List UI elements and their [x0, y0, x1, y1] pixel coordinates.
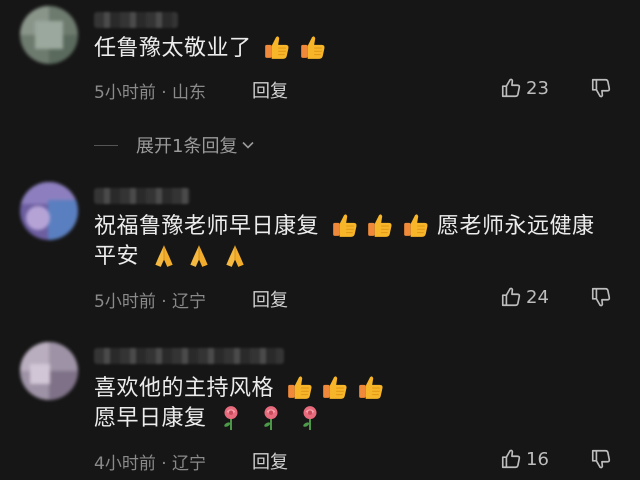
avatar-image	[20, 182, 78, 240]
comment-text-line: 愿老师永远健康	[437, 214, 595, 239]
folded-hands-emoji-icon	[154, 244, 173, 268]
thumbs-up-emoji-icon	[300, 35, 325, 60]
rose-emoji-icon	[301, 405, 318, 430]
reply-button[interactable]: 回复	[252, 77, 288, 103]
comment-text: 愿早日康复	[94, 404, 325, 439]
username[interactable]	[94, 188, 190, 204]
comment-text: 任鲁豫太敬业了	[94, 34, 327, 69]
thumbs-up-emoji-icon	[287, 375, 312, 400]
thumbs-up-emoji-icon	[358, 375, 383, 400]
avatar[interactable]	[20, 342, 78, 400]
folded-hands-emoji-icon	[225, 244, 244, 268]
thumbs-up-emoji-icon	[264, 35, 290, 60]
folded-hands-emoji-icon	[189, 244, 209, 268]
thumbs-up-emoji-icon	[332, 213, 357, 238]
thumb-down-outline-icon	[591, 449, 611, 469]
thumb-down-outline-icon	[591, 78, 611, 98]
comment-text-line: 愿早日康复	[94, 406, 207, 431]
meta-separator: ·	[161, 83, 167, 103]
like-count: 16	[526, 448, 549, 470]
thumb-up-outline-icon	[501, 449, 521, 469]
comment-text: 平安	[94, 242, 250, 277]
emoji-group	[331, 212, 430, 247]
comment-meta: 5小时前 · 辽宁	[94, 287, 206, 312]
emoji-group	[151, 242, 250, 277]
meta-separator: ·	[161, 454, 167, 474]
username[interactable]	[94, 12, 178, 28]
dislike-button[interactable]	[590, 77, 612, 103]
expand-divider	[94, 144, 118, 146]
chevron-down-icon	[242, 141, 255, 149]
comment-text-line: 祝福鲁豫老师早日康复	[94, 214, 320, 239]
comment-location: 辽宁	[172, 292, 207, 312]
avatar[interactable]	[20, 182, 78, 240]
like-button[interactable]: 23	[500, 77, 549, 99]
comments-panel: 任鲁豫太敬业了 5小时前 · 山东 回复 23 展开1条回复 祝福鲁豫老师早日康…	[0, 0, 640, 480]
comment-time: 4小时前	[94, 454, 156, 474]
comment-time: 5小时前	[94, 83, 156, 103]
avatar-image	[20, 6, 78, 64]
thumbs-up-emoji-icon	[367, 213, 393, 238]
comment-text-line: 任鲁豫太敬业了	[94, 36, 252, 61]
like-button[interactable]: 16	[500, 448, 549, 470]
thumb-up-outline-icon	[501, 287, 521, 307]
avatar-image	[20, 342, 78, 400]
thumb-down-outline-icon	[591, 287, 611, 307]
comment-location: 辽宁	[172, 454, 207, 474]
comment-text-line: 平安	[94, 244, 140, 269]
like-button[interactable]: 24	[500, 286, 549, 308]
comment-location: 山东	[172, 83, 207, 103]
emoji-group	[218, 404, 325, 439]
dislike-button[interactable]	[590, 448, 612, 474]
expand-replies-label: 展开1条回复	[136, 136, 238, 157]
comment-meta: 4小时前 · 辽宁	[94, 449, 206, 474]
meta-separator: ·	[161, 292, 167, 312]
rose-emoji-icon	[262, 405, 278, 430]
reply-button[interactable]: 回复	[252, 448, 288, 474]
thumbs-up-emoji-icon	[322, 375, 348, 400]
comment-text-line: 喜欢他的主持风格	[94, 376, 275, 401]
reply-button[interactable]: 回复	[252, 286, 288, 312]
thumb-up-outline-icon	[501, 78, 521, 98]
username[interactable]	[94, 348, 284, 364]
comment-meta: 5小时前 · 山东	[94, 78, 206, 103]
comment-time: 5小时前	[94, 292, 156, 312]
avatar[interactable]	[20, 6, 78, 64]
expand-replies-button[interactable]: 展开1条回复	[94, 132, 256, 158]
dislike-button[interactable]	[590, 286, 612, 312]
like-count: 24	[526, 286, 549, 308]
rose-emoji-icon	[222, 405, 239, 430]
emoji-group	[263, 34, 327, 69]
thumbs-up-emoji-icon	[403, 213, 428, 238]
like-count: 23	[526, 77, 549, 99]
